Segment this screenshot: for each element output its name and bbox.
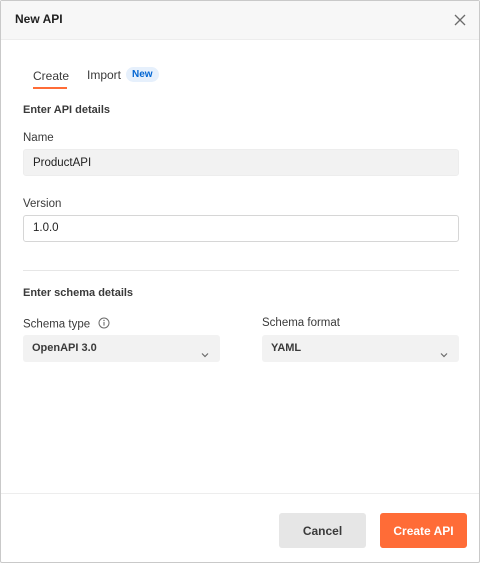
dialog-header: New API [1,1,479,40]
schema-type-value: OpenAPI 3.0 [32,342,97,354]
schema-type-label-row: Schema type [23,317,110,332]
tab-import[interactable]: Import New [87,67,159,82]
version-label: Version [23,198,62,210]
schema-format-value: YAML [271,342,302,354]
footer-divider [1,493,479,494]
dialog-tabs: Create Import New [23,61,463,91]
dialog-title: New API [15,12,63,26]
version-input[interactable] [23,215,459,242]
close-icon[interactable] [451,11,469,29]
section-divider [23,270,459,271]
tab-import-label: Import [87,67,122,82]
chevron-down-icon [200,344,210,358]
info-icon[interactable] [98,317,110,332]
schema-type-select[interactable]: OpenAPI 3.0 [23,335,220,362]
tab-create[interactable]: Create [33,69,69,83]
cancel-button[interactable]: Cancel [279,513,366,548]
schema-type-label: Schema type [23,318,91,331]
new-api-dialog: New API Create Import New Enter API deta… [0,0,480,563]
name-field[interactable]: ProductAPI [23,149,459,176]
schema-details-heading: Enter schema details [23,287,134,299]
create-api-button[interactable]: Create API [380,513,467,548]
schema-format-label: Schema format [262,317,340,329]
chevron-down-icon [439,344,449,358]
name-label: Name [23,132,54,144]
new-badge: New [126,67,159,82]
api-details-heading: Enter API details [23,104,111,116]
schema-format-select[interactable]: YAML [262,335,459,362]
active-tab-indicator [33,87,67,89]
